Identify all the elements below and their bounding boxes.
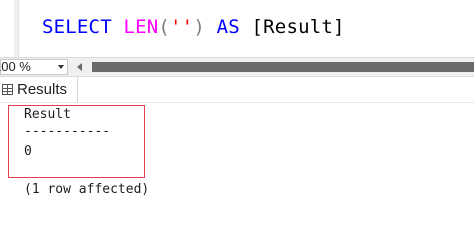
result-value: 0 xyxy=(24,144,32,159)
zoom-dropdown[interactable]: 100 % xyxy=(0,59,68,75)
close-paren: ) xyxy=(193,16,205,38)
query-text[interactable]: SELECT LEN('') AS [Result] xyxy=(42,14,345,40)
results-output: Result ----------- 0 (1 row affected) xyxy=(0,103,474,207)
zoom-scroll-bar: 100 % xyxy=(0,57,474,77)
keyword-as: AS xyxy=(216,16,240,38)
header-separator: ----------- xyxy=(24,124,111,139)
rows-affected-message: (1 row affected) xyxy=(24,182,150,197)
chevron-down-icon xyxy=(58,65,64,69)
column-header: Result xyxy=(24,107,71,122)
keyword-select: SELECT xyxy=(42,16,112,38)
zoom-level: 100 % xyxy=(0,59,31,74)
editor-gutter xyxy=(14,0,19,57)
function-len: LEN xyxy=(123,16,159,38)
query-editor[interactable]: SELECT LEN('') AS [Result] xyxy=(0,0,474,57)
results-tab-strip: Results xyxy=(0,77,474,103)
tab-results-label: Results xyxy=(17,81,68,98)
results-grid-icon xyxy=(2,84,13,95)
scroll-left-arrow-icon[interactable] xyxy=(77,63,82,71)
open-paren: ( xyxy=(158,16,171,38)
horizontal-scrollbar-thumb[interactable] xyxy=(92,62,474,72)
empty-string-literal: '' xyxy=(170,16,194,38)
tab-results[interactable]: Results xyxy=(0,77,78,102)
column-alias: [Result] xyxy=(251,16,345,38)
